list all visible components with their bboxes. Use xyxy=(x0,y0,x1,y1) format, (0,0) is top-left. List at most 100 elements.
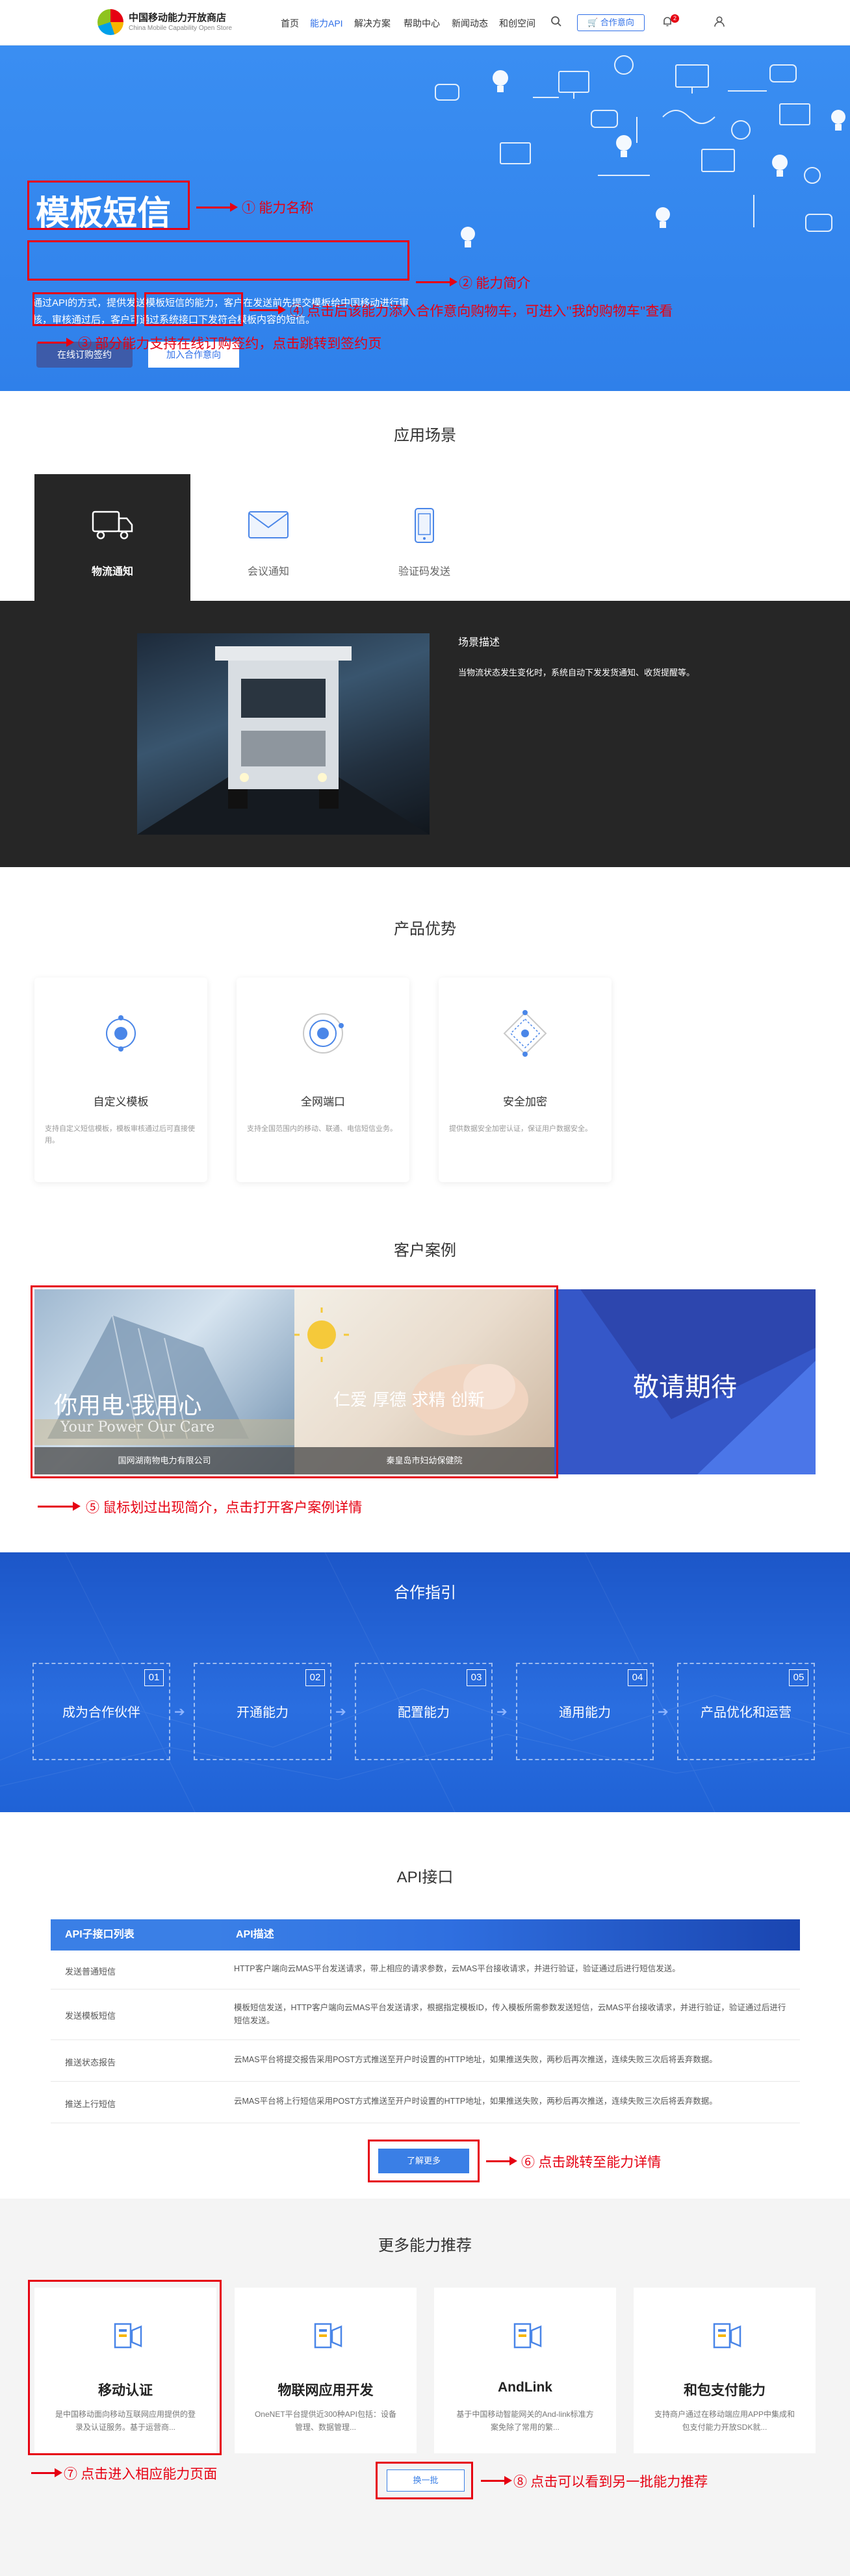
coop-step[interactable]: 02 开通能力 xyxy=(194,1663,331,1760)
coop-step-number: 01 xyxy=(144,1669,164,1686)
nav-solutions[interactable]: 解决方案 xyxy=(354,17,391,30)
annotation-2: ② 能力简介 xyxy=(459,275,531,291)
hero-decoration-icon xyxy=(435,55,845,247)
logo-title[interactable]: 中国移动能力开放商店 xyxy=(129,10,226,24)
api-title: API接口 xyxy=(396,1869,454,1886)
ability-card[interactable]: 和包支付能力 支持商户通过在移动端应用APP中集成和包支付能力开放SDK就... xyxy=(634,2288,816,2453)
coop-step-label: 通用能力 xyxy=(559,1706,611,1720)
ability-card[interactable]: AndLink 基于中国移动智能网关的And-link标准方案免除了常用的繁..… xyxy=(434,2288,616,2453)
annotation-box-order xyxy=(32,292,136,326)
coop-step-number: 02 xyxy=(305,1669,325,1686)
annotation-5: ⑤ 鼠标划过出现简介，点击打开客户案例详情 xyxy=(86,1500,363,1515)
network-port-icon xyxy=(303,1013,344,1054)
coop-step-number: 05 xyxy=(789,1669,808,1686)
advantage-card: 全网端口 支持全国范围内的移动、联通、电信短信业务。 xyxy=(237,978,409,1182)
phone-icon xyxy=(415,508,434,543)
tab-logistics-label: 物流通知 xyxy=(91,566,133,577)
arrow-right-icon: ➔ xyxy=(658,1705,669,1719)
nav-news[interactable]: 新闻动态 xyxy=(452,17,488,30)
api-desc: 云MAS平台将提交报告采用POST方式推送至开户时设置的HTTP地址，如果推送失… xyxy=(234,2055,717,2064)
advantages-title: 产品优势 xyxy=(394,920,456,938)
china-mobile-logo-icon[interactable] xyxy=(97,9,123,35)
nav-home[interactable]: 首页 xyxy=(281,17,299,30)
case-card-coming: 敬请期待 xyxy=(554,1289,816,1474)
ability-title: 物联网应用开发 xyxy=(277,2383,374,2398)
truck-icon xyxy=(92,511,133,540)
api-name: 推送上行短信 xyxy=(65,2099,116,2109)
more-abilities-title: 更多能力推荐 xyxy=(378,2237,472,2254)
annotation-arrow-1 xyxy=(196,203,238,212)
coop-step[interactable]: 03 配置能力 xyxy=(355,1663,493,1760)
cooperation-section: 合作指引 01 成为合作伙伴 ➔ 02 开通能力 ➔ 03 配置能力 ➔ 04 … xyxy=(0,1552,850,1812)
cases-title: 客户案例 xyxy=(394,1242,456,1259)
cooperation-title: 合作指引 xyxy=(394,1584,456,1602)
annotation-4: ④ 点击后该能力添入合作意向购物车，可进入"我的购物车"查看 xyxy=(290,303,673,319)
coming-soon-text: 敬请期待 xyxy=(633,1373,737,1402)
api-name: 推送状态报告 xyxy=(65,2058,116,2067)
mail-icon xyxy=(248,511,289,538)
tab-meeting[interactable]: 会议通知 xyxy=(190,474,346,601)
annotation-box-title xyxy=(27,181,190,230)
advantage-card: 安全加密 提供数据安全加密认证，保证用户数据安全。 xyxy=(439,978,612,1182)
coop-step-label: 产品优化和运营 xyxy=(701,1706,792,1720)
advantage-desc: 提供数据安全加密认证，保证用户数据安全。 xyxy=(449,1125,592,1133)
annotation-box-learn-more xyxy=(368,2140,480,2182)
api-desc: 云MAS平台将上行短信采用POST方式推送至开户时设置的HTTP地址，如果推送失… xyxy=(234,2097,717,2106)
ability-doc-icon xyxy=(513,2323,542,2349)
advantage-card: 自定义模板 支持自定义短信模板，模板审核通过后可直接使用。 xyxy=(34,978,207,1182)
annotation-7: ⑦ 点击进入相应能力页面 xyxy=(64,2466,218,2482)
annotation-6: ⑥ 点击跳转至能力详情 xyxy=(521,2154,662,2170)
api-desc: 模板短信发送，HTTP客户端向云MAS平台发送请求，根据指定模板ID，传入模板所… xyxy=(234,2003,786,2025)
annotation-1: ① 能力名称 xyxy=(242,200,314,216)
tab-logistics[interactable]: 物流通知 xyxy=(34,474,190,601)
coop-step-label: 成为合作伙伴 xyxy=(62,1706,140,1720)
advantage-title: 自定义模板 xyxy=(93,1096,149,1108)
cart-intent-button[interactable]: 🛒 合作意向 xyxy=(577,14,645,31)
table-row: 发送模板短信 模板短信发送，HTTP客户端向云MAS平台发送请求，根据指定模板I… xyxy=(51,1989,800,2040)
table-row: 发送普通短信 HTTP客户端向云MAS平台发送请求，带上相应的请求参数，云MAS… xyxy=(51,1951,800,1989)
advantage-title: 安全加密 xyxy=(503,1096,547,1108)
ability-title: AndLink xyxy=(498,2380,552,2395)
annotation-arrow-3 xyxy=(38,338,74,347)
user-icon[interactable] xyxy=(714,16,725,31)
coop-step-number: 04 xyxy=(628,1669,647,1686)
tab-verification-label: 验证码发送 xyxy=(398,566,450,577)
scenarios-title: 应用场景 xyxy=(394,427,456,444)
coop-step-number: 03 xyxy=(467,1669,486,1686)
custom-template-icon xyxy=(106,1015,136,1052)
annotation-box-description xyxy=(27,240,409,281)
cart-label: 合作意向 xyxy=(600,18,634,27)
api-desc: HTTP客户端向云MAS平台发送请求，带上相应的请求参数，云MAS平台接收请求，… xyxy=(234,1964,680,1973)
annotation-box-ability-card xyxy=(28,2280,222,2455)
ability-desc: 基于中国移动智能网关的And-link标准方案免除了常用的繁... xyxy=(456,2410,594,2432)
ability-desc: 支持商户通过在移动端应用APP中集成和包支付能力开放SDK就... xyxy=(654,2410,795,2432)
arrow-right-icon: ➔ xyxy=(496,1705,508,1719)
annotation-arrow-5 xyxy=(38,1502,81,1511)
annotation-3: ③ 部分能力支持在线订购签约，点击跳转到签约页 xyxy=(78,336,382,351)
ability-card[interactable]: 物联网应用开发 OneNET平台提供近300种API包括：设备管理、数据管理..… xyxy=(235,2288,417,2453)
ability-title: 和包支付能力 xyxy=(684,2383,766,2398)
search-icon[interactable] xyxy=(550,16,562,31)
coop-step[interactable]: 01 成为合作伙伴 xyxy=(32,1663,170,1760)
nav-help[interactable]: 帮助中心 xyxy=(404,17,440,30)
table-row: 推送上行短信 云MAS平台将上行短信采用POST方式推送至开户时设置的HTTP地… xyxy=(51,2082,800,2123)
coop-step[interactable]: 04 通用能力 xyxy=(516,1663,654,1760)
annotation-arrow-7 xyxy=(31,2468,62,2477)
annotation-arrow-4 xyxy=(250,305,286,314)
notification-badge: 2 xyxy=(671,14,679,23)
advantage-desc: 支持全国范围内的移动、联通、电信短信业务。 xyxy=(247,1125,397,1133)
security-icon xyxy=(503,1010,547,1057)
arrow-right-icon: ➔ xyxy=(174,1705,185,1719)
api-name: 发送普通短信 xyxy=(65,1967,116,1976)
tab-verification[interactable]: 验证码发送 xyxy=(346,474,502,601)
nav-space[interactable]: 和创空间 xyxy=(499,17,535,30)
advantage-desc: 支持自定义短信模板，模板审核通过后可直接使用。 xyxy=(45,1125,195,1144)
annotation-box-cases xyxy=(31,1285,558,1478)
coop-step[interactable]: 05 产品优化和运营 xyxy=(677,1663,815,1760)
annotation-arrow-6 xyxy=(486,2156,517,2166)
api-name: 发送模板短信 xyxy=(65,2011,116,2021)
advantage-title: 全网端口 xyxy=(301,1096,345,1108)
api-column-header-list: API子接口列表 xyxy=(51,1919,216,1951)
nav-ability-api[interactable]: 能力API xyxy=(310,17,343,30)
coop-step-label: 开通能力 xyxy=(237,1706,289,1720)
